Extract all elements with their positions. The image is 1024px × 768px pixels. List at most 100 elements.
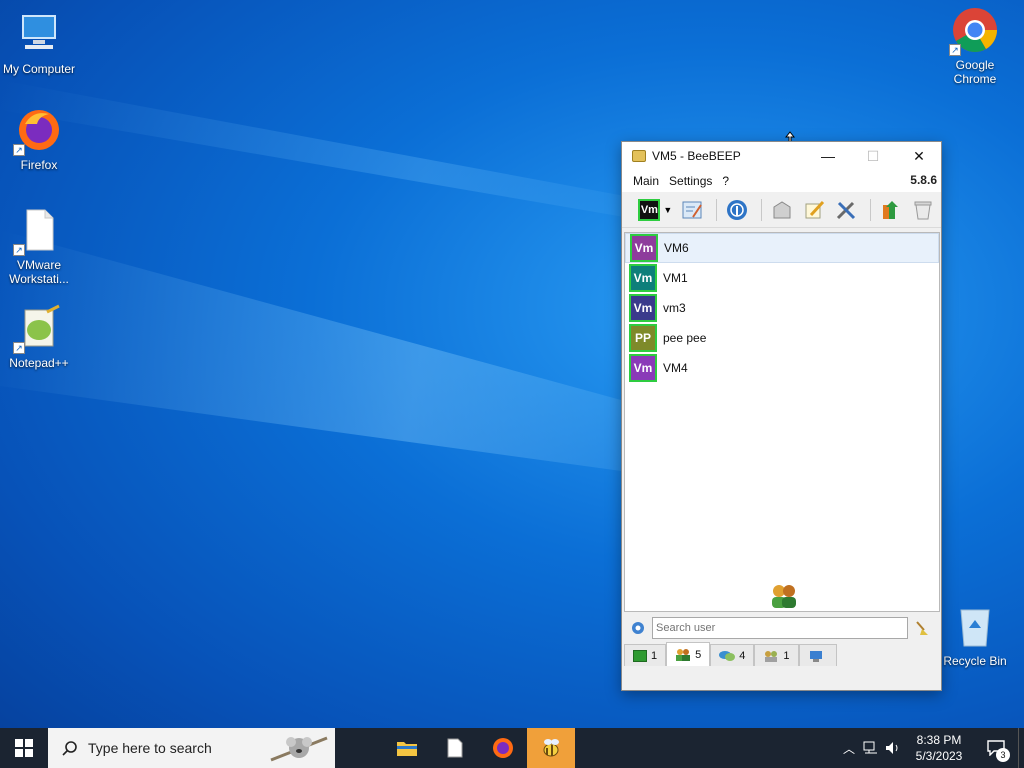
window-title: VM5 - BeeBEEP (652, 149, 741, 163)
recycle-bin-icon (951, 602, 999, 650)
desktop-icon-label: Recycle Bin (943, 654, 1007, 668)
taskbar: Type here to search ︿ 8:38 PM 5/3/2023 3 (0, 728, 1024, 768)
list-item[interactable]: Vm VM6 (625, 233, 939, 263)
taskbar-notepad[interactable] (431, 728, 479, 768)
beebeep-window[interactable]: VM5 - BeeBEEP — ☐ ✕ Main Settings ? 5.8.… (621, 141, 942, 691)
avatar: Vm (629, 264, 657, 292)
shortcut-arrow-icon: ↗ (13, 144, 25, 156)
trash-icon (914, 201, 932, 219)
system-tray: ︿ 8:38 PM 5/3/2023 3 (838, 728, 1024, 768)
trash-button[interactable] (909, 196, 938, 224)
version-label: 5.8.6 (910, 173, 937, 187)
network-signal-icon (727, 199, 748, 220)
taskbar-file-explorer[interactable] (383, 728, 431, 768)
write-message-button[interactable] (800, 196, 829, 224)
beebeep-app-icon (632, 150, 646, 162)
windows-logo-icon (15, 739, 33, 757)
toolbar: Vm ▼ (622, 192, 941, 228)
taskbar-search-box[interactable]: Type here to search (48, 728, 335, 768)
desktop-icon-notepadpp[interactable]: ↗ Notepad++ (0, 304, 78, 370)
avatar: Vm (630, 234, 658, 262)
close-button[interactable]: ✕ (896, 142, 942, 170)
show-desktop-button[interactable] (1018, 728, 1024, 768)
shortcut-arrow-icon: ↗ (13, 342, 25, 354)
menu-settings[interactable]: Settings (664, 174, 717, 188)
chat-green-icon (633, 649, 647, 662)
pencil-icon (805, 200, 825, 218)
tab-users[interactable]: 5 (666, 642, 711, 666)
desktop-icon-recycle-bin[interactable]: Recycle Bin (936, 602, 1014, 668)
desktop-icon-label: VMware Workstati... (9, 258, 69, 286)
user-list: Vm VM6 Vm VM1 Vm vm3 PP pee pee Vm VM4 (624, 232, 940, 612)
chrome-icon: ↗ (949, 6, 999, 56)
taskbar-task-view[interactable] (335, 728, 383, 768)
desktop-icon-firefox[interactable]: ↗ Firefox (0, 106, 78, 172)
profile-card-icon (682, 201, 703, 218)
edit-profile-button[interactable] (678, 196, 707, 224)
file-transfer-button[interactable] (877, 196, 906, 224)
document-icon (447, 738, 463, 758)
firefox-icon (493, 738, 513, 758)
search-input[interactable] (652, 617, 908, 639)
title-bar[interactable]: VM5 - BeeBEEP — ☐ ✕ (622, 142, 941, 170)
taskbar-beebeep[interactable] (527, 728, 575, 768)
desktop-icon-chrome[interactable]: ↗ Google Chrome (936, 6, 1014, 86)
shortcut-arrow-icon: ↗ (949, 44, 961, 56)
network-button[interactable] (723, 196, 752, 224)
clock[interactable]: 8:38 PM 5/3/2023 (904, 732, 974, 764)
menu-bar: Main Settings ? 5.8.6 (622, 170, 941, 192)
minimize-button[interactable]: — (805, 142, 851, 170)
avatar: PP (629, 324, 657, 352)
notification-center-button[interactable]: 3 (974, 740, 1018, 762)
shortcut-arrow-icon: ↗ (13, 244, 25, 256)
tab-chats-green[interactable]: 1 (624, 644, 667, 666)
menu-main[interactable]: Main (628, 174, 664, 188)
transfer-arrows-icon (883, 200, 899, 219)
file-icon: ↗ (13, 206, 63, 256)
maximize-button[interactable]: ☐ (850, 142, 896, 170)
search-icon (62, 740, 78, 756)
show-hidden-icons-icon[interactable]: ︿ (838, 740, 860, 757)
network-tray-icon[interactable] (860, 741, 882, 755)
clock-time: 8:38 PM (916, 733, 962, 747)
avatar: Vm (629, 354, 657, 382)
status-menu-button[interactable]: Vm ▼ (636, 196, 675, 224)
tab-count: 5 (695, 648, 702, 661)
envelope-icon (773, 200, 791, 218)
avatar: Vm (629, 294, 657, 322)
menu-help[interactable]: ? (717, 174, 734, 188)
search-placeholder: Type here to search (88, 740, 212, 756)
tools-button[interactable] (832, 196, 861, 224)
network-icon (808, 650, 824, 662)
desktop-icon-label: Firefox (20, 158, 58, 172)
list-item[interactable]: Vm vm3 (625, 293, 939, 323)
folder-icon (397, 742, 417, 756)
broadcast-button[interactable] (768, 196, 797, 224)
notepadpp-icon: ↗ (13, 304, 63, 354)
desktop-icon-my-computer[interactable]: My Computer (0, 10, 78, 76)
tab-network[interactable] (798, 644, 837, 666)
user-name: VM4 (663, 361, 688, 375)
koala-illustration-icon (269, 730, 329, 766)
list-item[interactable]: Vm VM4 (625, 353, 939, 383)
user-name: pee pee (663, 331, 707, 345)
volume-icon[interactable] (882, 741, 904, 755)
notification-count-badge: 3 (996, 748, 1010, 762)
desktop-icon-label: Google Chrome (953, 58, 997, 86)
clear-search-icon[interactable] (914, 620, 930, 636)
list-item[interactable]: Vm VM1 (625, 263, 939, 293)
taskbar-firefox[interactable] (479, 728, 527, 768)
toolbar-separator (760, 198, 762, 221)
list-item[interactable]: PP pee pee (625, 323, 939, 353)
search-options-icon[interactable] (630, 620, 646, 636)
start-button[interactable] (0, 728, 48, 768)
desktop-icon-label: My Computer (2, 62, 76, 76)
tab-chats[interactable]: 4 (710, 644, 755, 666)
tab-groups[interactable]: 1 (754, 644, 799, 666)
users-icon (675, 648, 691, 661)
desktop-icon-vmware[interactable]: ↗ VMware Workstati... (0, 206, 78, 286)
toolbar-separator (715, 198, 717, 221)
tab-count: 1 (783, 649, 790, 662)
firefox-icon: ↗ (13, 106, 63, 156)
user-name: vm3 (663, 301, 686, 315)
